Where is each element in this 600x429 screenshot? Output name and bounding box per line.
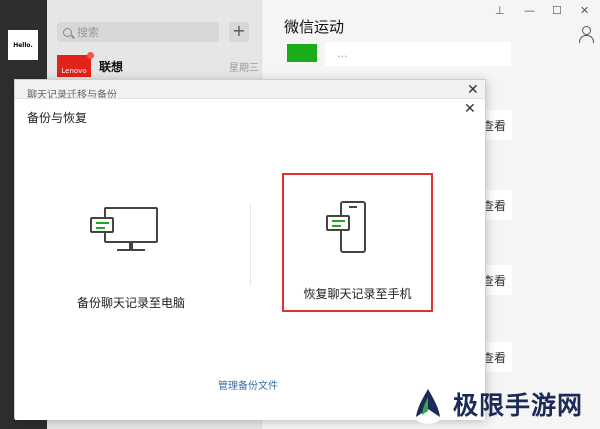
monitor-icon <box>90 207 158 271</box>
site-logo-icon <box>408 384 448 424</box>
option-divider <box>250 204 251 286</box>
search-icon <box>63 27 72 37</box>
manage-backup-files-link[interactable]: 管理备份文件 <box>218 377 278 392</box>
phone-icon <box>324 201 368 261</box>
backup-to-pc-label: 备份聊天记录至电脑 <box>76 296 185 310</box>
restore-to-phone-button[interactable]: 恢复聊天记录至手机 <box>282 173 433 312</box>
maximize-icon[interactable]: ☐ <box>552 4 562 17</box>
close-icon[interactable]: ✕ <box>467 82 479 98</box>
site-watermark: 极限手游网 <box>407 382 597 426</box>
conversation-name: 联想 <box>99 60 124 74</box>
search-input[interactable]: 搜索 <box>57 22 219 42</box>
pin-icon[interactable]: ⊥ <box>495 4 505 17</box>
minimize-icon[interactable]: — <box>524 4 535 17</box>
restore-to-phone-label: 恢复聊天记录至手机 <box>303 287 412 301</box>
user-avatar[interactable]: Hello. <box>8 30 38 60</box>
card-view-link[interactable]: 查看 <box>482 110 512 140</box>
card-view-link[interactable]: 查看 <box>482 342 512 372</box>
card-view-link[interactable]: 查看 <box>482 190 512 220</box>
list-item[interactable]: Lenovo 联想 星期三 <box>57 52 259 79</box>
person-icon[interactable] <box>579 26 594 43</box>
backup-to-pc-button[interactable]: 备份聊天记录至电脑 <box>51 179 211 319</box>
card-view-link[interactable]: 查看 <box>482 265 512 295</box>
chat-bubble-icon <box>326 215 350 231</box>
migration-backup-dialog: 聊天记录迁移与备份 ✕ 备份与恢复 ✕ 备份聊天记录至电脑 恢复聊天记录至手机 … <box>14 79 486 420</box>
message-sender-avatar <box>287 44 317 62</box>
conversation-time: 星期三 <box>229 63 259 74</box>
message-bubble: ... <box>325 42 511 66</box>
close-window-icon[interactable]: ✕ <box>580 4 589 17</box>
add-chat-button[interactable]: + <box>229 22 249 42</box>
search-placeholder: 搜索 <box>77 26 99 39</box>
chat-bubble-icon <box>90 217 114 233</box>
lenovo-avatar: Lenovo <box>57 52 94 77</box>
chat-title: 微信运动 <box>284 18 345 36</box>
close-icon[interactable]: ✕ <box>464 101 476 117</box>
backup-restore-panel: 备份与恢复 ✕ 备份聊天记录至电脑 恢复聊天记录至手机 管理备份文件 <box>15 98 485 420</box>
inner-dialog-title: 备份与恢复 <box>27 111 88 125</box>
watermark-text: 极限手游网 <box>453 391 584 420</box>
